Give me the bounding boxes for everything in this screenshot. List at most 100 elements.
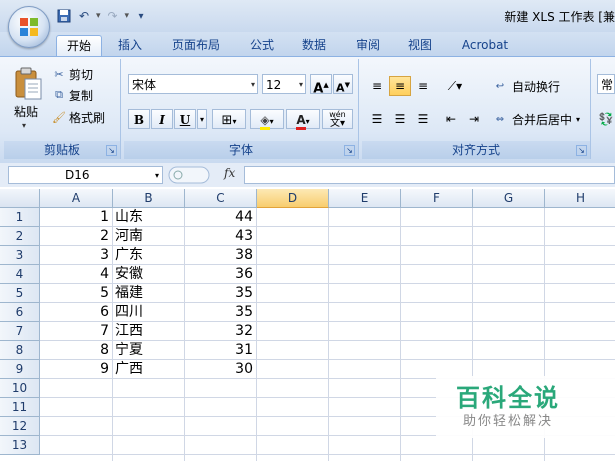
cell-c3[interactable]: 38 <box>185 246 256 265</box>
align-center-button[interactable]: ☰ <box>389 109 411 129</box>
currency-icon[interactable]: 💱 <box>597 109 615 129</box>
tab-view[interactable]: 视图 <box>398 35 442 56</box>
cell-c8[interactable]: 31 <box>185 341 256 360</box>
save-icon[interactable] <box>56 8 72 24</box>
align-left-button[interactable]: ☰ <box>366 109 388 129</box>
fill-color-button[interactable]: ◈▾ <box>250 109 284 130</box>
cell-b7[interactable]: 江西 <box>113 322 184 341</box>
cell-a6[interactable]: 6 <box>40 303 112 322</box>
cell-c5[interactable]: 35 <box>185 284 256 303</box>
cell-b3[interactable]: 广东 <box>113 246 184 265</box>
cell-a3[interactable]: 3 <box>40 246 112 265</box>
undo-icon[interactable]: ↶ <box>76 8 92 24</box>
cell-a9[interactable]: 9 <box>40 360 112 379</box>
underline-button[interactable]: U <box>174 109 196 129</box>
alignment-launcher-icon[interactable]: ↘ <box>576 145 587 156</box>
tab-acrobat[interactable]: Acrobat <box>455 35 515 56</box>
underline-dropdown-icon[interactable]: ▾ <box>197 109 207 129</box>
cell-b8[interactable]: 宁夏 <box>113 341 184 360</box>
column-header-e[interactable]: E <box>329 189 401 208</box>
merge-center-button[interactable]: ⇔ 合并后居中 ▾ <box>492 109 580 129</box>
cut-button[interactable]: ✂ 剪切 <box>52 64 93 84</box>
paste-dropdown-icon[interactable]: ▾ <box>22 121 26 130</box>
paste-icon[interactable] <box>14 67 44 101</box>
cell-c1[interactable]: 44 <box>185 208 256 227</box>
column-header-b[interactable]: B <box>113 189 185 208</box>
row-header[interactable]: 11 <box>0 398 40 417</box>
grow-font-button[interactable]: A▲ <box>310 74 332 96</box>
row-header[interactable]: 8 <box>0 341 40 360</box>
number-format-combo[interactable]: 常 <box>597 74 615 94</box>
row-header[interactable]: 9 <box>0 360 40 379</box>
orientation-button[interactable]: ⟋▾ <box>440 76 470 96</box>
paste-button[interactable]: 粘贴 <box>14 103 38 120</box>
row-header[interactable]: 12 <box>0 417 40 436</box>
redo-icon[interactable]: ↷ <box>105 8 121 24</box>
tab-formulas[interactable]: 公式 <box>240 35 284 56</box>
cell-a5[interactable]: 5 <box>40 284 112 303</box>
cell-a1[interactable]: 1 <box>40 208 112 227</box>
cell-a8[interactable]: 8 <box>40 341 112 360</box>
cell-b1[interactable]: 山东 <box>113 208 184 227</box>
borders-button[interactable]: ⊞▾ <box>212 109 246 129</box>
column-header-h[interactable]: H <box>545 189 615 208</box>
cell-b2[interactable]: 河南 <box>113 227 184 246</box>
cell-a2[interactable]: 2 <box>40 227 112 246</box>
cell-c2[interactable]: 43 <box>185 227 256 246</box>
format-painter-button[interactable]: 🖌 格式刷 <box>52 107 105 127</box>
row-header[interactable]: 3 <box>0 246 40 265</box>
clipboard-launcher-icon[interactable]: ↘ <box>106 145 117 156</box>
tab-insert[interactable]: 插入 <box>108 35 152 56</box>
tab-home[interactable]: 开始 <box>56 35 102 57</box>
column-header-g[interactable]: G <box>473 189 545 208</box>
align-middle-button[interactable]: ≡ <box>389 76 411 96</box>
align-top-button[interactable]: ≡ <box>366 76 388 96</box>
decrease-indent-button[interactable]: ⇤ <box>440 109 462 129</box>
column-header-a[interactable]: A <box>40 189 113 208</box>
cell-a4[interactable]: 4 <box>40 265 112 284</box>
column-header-d[interactable]: D <box>257 189 329 208</box>
font-name-combo[interactable]: 宋体 ▾ <box>128 74 258 94</box>
row-header[interactable]: 7 <box>0 322 40 341</box>
cell-b4[interactable]: 安徽 <box>113 265 184 284</box>
redo-dropdown-icon[interactable]: ▾ <box>125 11 130 21</box>
font-color-button[interactable]: A▾ <box>286 109 320 130</box>
row-header[interactable]: 6 <box>0 303 40 322</box>
row-header[interactable]: 5 <box>0 284 40 303</box>
row-header[interactable]: 2 <box>0 227 40 246</box>
wrap-text-button[interactable]: ↩ 自动换行 <box>492 76 560 96</box>
row-header[interactable]: 1 <box>0 208 40 227</box>
align-right-button[interactable]: ☰ <box>412 109 434 129</box>
cell-b6[interactable]: 四川 <box>113 303 184 322</box>
office-button[interactable] <box>8 6 50 48</box>
cell-c9[interactable]: 30 <box>185 360 256 379</box>
column-header-c[interactable]: C <box>185 189 257 208</box>
font-size-combo[interactable]: 12 ▾ <box>262 74 306 94</box>
row-header[interactable]: 4 <box>0 265 40 284</box>
splitter-handle-icon[interactable] <box>168 166 212 184</box>
cell-c4[interactable]: 36 <box>185 265 256 284</box>
undo-dropdown-icon[interactable]: ▾ <box>96 11 101 21</box>
formula-input[interactable] <box>244 166 615 184</box>
name-box[interactable]: D16 ▾ <box>8 166 163 184</box>
align-bottom-button[interactable]: ≡ <box>412 76 434 96</box>
column-header-f[interactable]: F <box>401 189 473 208</box>
tab-page-layout[interactable]: 页面布局 <box>164 35 228 56</box>
insert-function-button[interactable]: fx <box>224 166 235 180</box>
cell-a7[interactable]: 7 <box>40 322 112 341</box>
increase-indent-button[interactable]: ⇥ <box>463 109 485 129</box>
cell-c7[interactable]: 32 <box>185 322 256 341</box>
phonetic-button[interactable]: wén 文▾ <box>322 109 353 129</box>
tab-data[interactable]: 数据 <box>292 35 336 56</box>
row-header[interactable]: 10 <box>0 379 40 398</box>
row-header[interactable]: 13 <box>0 436 40 455</box>
font-launcher-icon[interactable]: ↘ <box>344 145 355 156</box>
select-all-corner[interactable] <box>0 189 40 208</box>
customize-qat-icon[interactable]: ▾ <box>133 8 149 24</box>
cell-c6[interactable]: 35 <box>185 303 256 322</box>
cell-b9[interactable]: 广西 <box>113 360 184 379</box>
shrink-font-button[interactable]: A▼ <box>333 74 353 95</box>
copy-button[interactable]: ⧉ 复制 <box>52 85 93 105</box>
italic-button[interactable]: I <box>151 109 173 129</box>
cell-b5[interactable]: 福建 <box>113 284 184 303</box>
